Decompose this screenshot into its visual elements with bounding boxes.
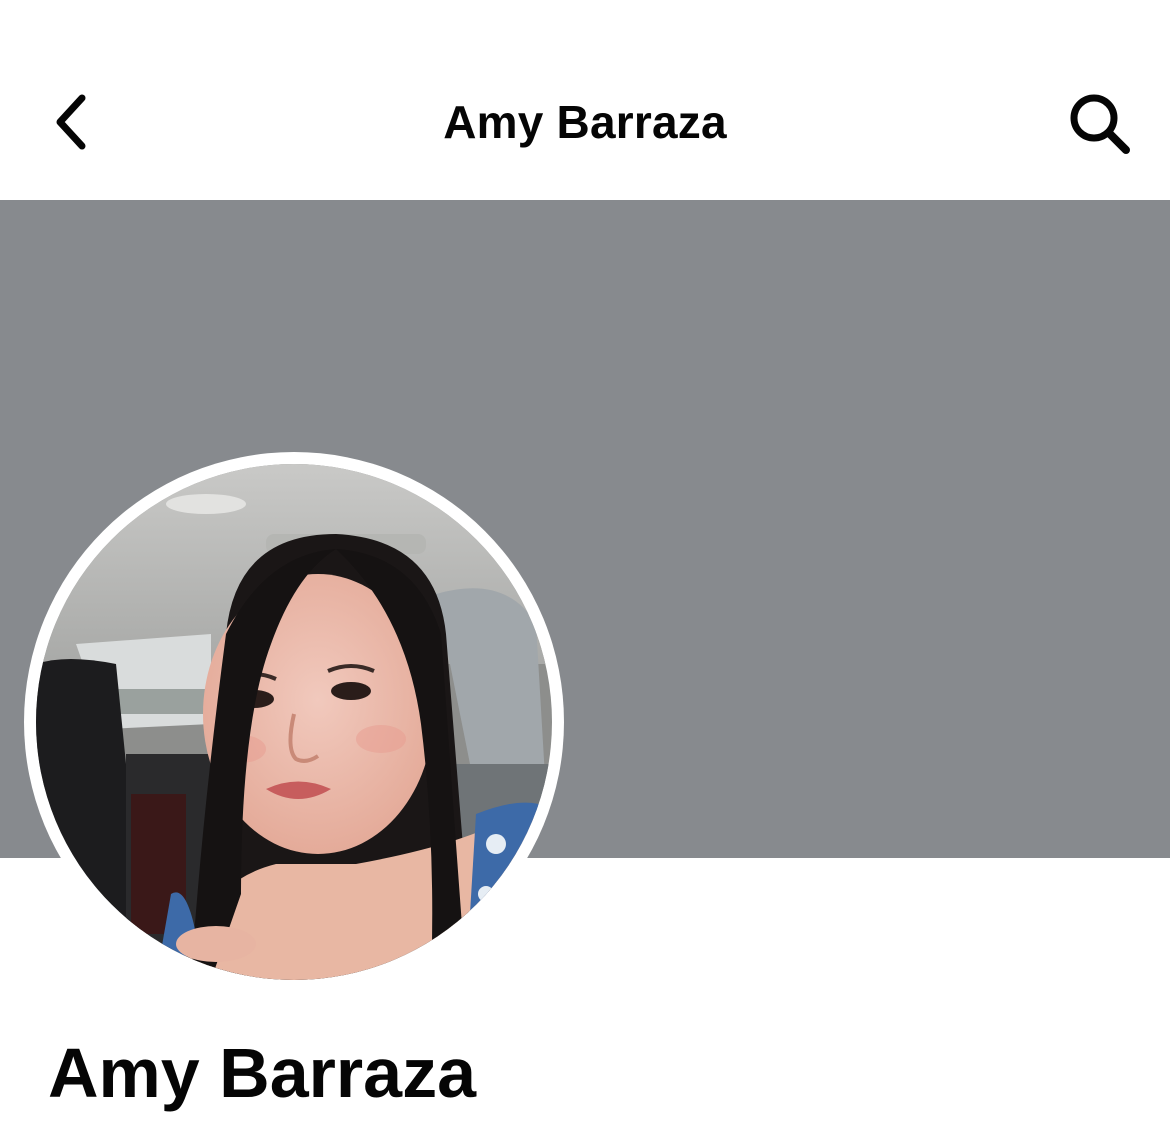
- search-button[interactable]: [1060, 84, 1140, 164]
- page-title: Amy Barraza: [443, 96, 727, 148]
- search-icon: [1070, 94, 1130, 154]
- profile-photo-image: [36, 464, 552, 980]
- chevron-left-icon: [56, 94, 86, 150]
- navigation-bar: Amy Barraza: [0, 0, 1170, 200]
- profile-picture[interactable]: [24, 452, 564, 992]
- profile-name: Amy Barraza: [48, 1034, 476, 1112]
- back-button[interactable]: [40, 82, 104, 162]
